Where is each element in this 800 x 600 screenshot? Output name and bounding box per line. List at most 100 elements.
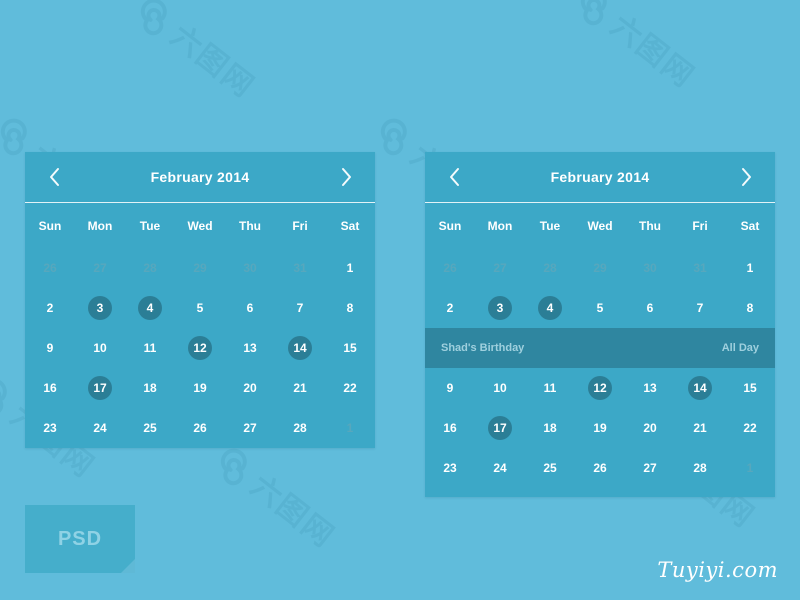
calendar-day-cell[interactable]: 18 [525, 408, 575, 448]
weekday-label-fri: Fri [692, 218, 708, 233]
calendar-day-number: 26 [593, 461, 607, 475]
calendar-week-row: 9 10 11 12 13 14 15 [425, 368, 775, 408]
calendar-day-cell[interactable]: 31 [275, 248, 325, 288]
calendar-day-cell[interactable]: 6 [225, 288, 275, 328]
calendar-day-number: 4 [146, 301, 154, 315]
calendar-day-number: 28 [143, 261, 157, 275]
calendar-day-cell[interactable]: 29 [575, 248, 625, 288]
calendar-day-number: 26 [443, 261, 457, 275]
psd-badge[interactable]: PSD [25, 505, 135, 573]
calendar-day-cell[interactable]: 5 [175, 288, 225, 328]
calendar-day-cell[interactable]: 26 [175, 408, 225, 448]
calendar-day-cell[interactable]: 1 [725, 448, 775, 488]
calendar-day-cell[interactable]: 15 [325, 328, 375, 368]
calendar-day-cell[interactable]: 1 [725, 248, 775, 288]
calendar-day-cell[interactable]: 25 [525, 448, 575, 488]
calendar-day-cell[interactable]: 20 [625, 408, 675, 448]
calendar-day-cell[interactable]: 15 [725, 368, 775, 408]
calendar-day-cell[interactable]: 4 [125, 288, 175, 328]
calendar-day-cell[interactable]: 8 [325, 288, 375, 328]
calendar-day-cell[interactable]: 1 [325, 408, 375, 448]
page-title: February 2014 [550, 169, 650, 185]
calendar-day-cell[interactable]: 30 [625, 248, 675, 288]
calendar-day-cell[interactable]: 27 [475, 248, 525, 288]
calendar-day-cell[interactable]: 27 [75, 248, 125, 288]
calendar-day-number: 30 [643, 261, 657, 275]
calendar-header: February 2014 [425, 152, 775, 203]
calendar-day-number: 19 [593, 421, 607, 435]
chevron-left-icon[interactable] [441, 164, 467, 190]
calendar-day-cell[interactable]: 22 [725, 408, 775, 448]
calendar-day-cell[interactable]: 27 [225, 408, 275, 448]
calendar-day-number: 9 [446, 381, 454, 395]
calendar-day-cell[interactable]: 22 [325, 368, 375, 408]
calendar-day-cell[interactable]: 28 [275, 408, 325, 448]
calendar-day-cell[interactable]: 12 [175, 328, 225, 368]
calendar-day-number: 25 [543, 461, 557, 475]
calendar-day-cell[interactable]: 14 [675, 368, 725, 408]
calendar-day-cell[interactable]: 8 [725, 288, 775, 328]
calendar-day-number: 24 [93, 421, 107, 435]
calendar-day-cell[interactable]: 5 [575, 288, 625, 328]
calendar-day-cell[interactable]: 16 [425, 408, 475, 448]
calendar-day-cell[interactable]: 25 [125, 408, 175, 448]
calendar-day-cell[interactable]: 13 [225, 328, 275, 368]
calendar-day-cell[interactable]: 26 [425, 248, 475, 288]
calendar-day-number: 12 [193, 341, 207, 355]
chevron-right-icon[interactable] [733, 164, 759, 190]
calendar-day-cell[interactable]: 31 [675, 248, 725, 288]
calendar-day-cell[interactable]: 28 [525, 248, 575, 288]
calendar-day-number: 20 [643, 421, 657, 435]
calendar-day-cell[interactable]: 11 [125, 328, 175, 368]
calendar-day-cell[interactable]: 24 [75, 408, 125, 448]
calendar-day-number: 31 [693, 261, 707, 275]
calendar-day-cell[interactable]: 3 [75, 288, 125, 328]
calendar-day-cell[interactable]: 29 [175, 248, 225, 288]
chevron-left-icon[interactable] [41, 164, 67, 190]
calendar-day-cell[interactable]: 24 [475, 448, 525, 488]
calendar-day-cell[interactable]: 2 [425, 288, 475, 328]
calendar-day-cell[interactable]: 17 [475, 408, 525, 448]
calendar-day-cell[interactable]: 12 [575, 368, 625, 408]
calendar-day-cell[interactable]: 7 [275, 288, 325, 328]
calendar-day-cell[interactable]: 26 [25, 248, 75, 288]
watermark: 六图网 [122, 0, 267, 107]
calendar-day-cell[interactable]: 10 [75, 328, 125, 368]
calendar-day-cell[interactable]: 6 [625, 288, 675, 328]
calendar-day-number: 1 [746, 261, 754, 275]
weekday-label-wed: Wed [587, 218, 613, 233]
calendar-day-cell[interactable]: 11 [525, 368, 575, 408]
calendar-day-number: 14 [293, 341, 307, 355]
calendar-day-cell[interactable]: 23 [25, 408, 75, 448]
calendar-day-cell[interactable]: 26 [575, 448, 625, 488]
calendar-day-cell[interactable]: 9 [425, 368, 475, 408]
calendar-day-cell[interactable]: 19 [575, 408, 625, 448]
calendar-day-cell[interactable]: 28 [675, 448, 725, 488]
calendar-day-cell[interactable]: 17 [75, 368, 125, 408]
calendar-day-cell[interactable]: 10 [475, 368, 525, 408]
calendar-day-cell[interactable]: 20 [225, 368, 275, 408]
calendar-day-cell[interactable]: 9 [25, 328, 75, 368]
calendar-day-cell[interactable]: 14 [275, 328, 325, 368]
calendar-day-cell[interactable]: 2 [25, 288, 75, 328]
calendar-week-row: 2 3 4 5 6 7 8 [425, 288, 775, 328]
calendar-day-number: 26 [193, 421, 207, 435]
calendar-day-cell[interactable]: 21 [275, 368, 325, 408]
calendar-day-cell[interactable]: 16 [25, 368, 75, 408]
calendar-day-cell[interactable]: 7 [675, 288, 725, 328]
calendar-day-cell[interactable]: 23 [425, 448, 475, 488]
calendar-day-cell[interactable]: 27 [625, 448, 675, 488]
calendar-day-cell[interactable]: 21 [675, 408, 725, 448]
calendar-day-cell[interactable]: 4 [525, 288, 575, 328]
weekday-label-mon: Mon [487, 218, 513, 233]
calendar-day-cell[interactable]: 1 [325, 248, 375, 288]
calendar-day-cell[interactable]: 13 [625, 368, 675, 408]
chevron-right-icon[interactable] [333, 164, 359, 190]
calendar-day-cell[interactable]: 3 [475, 288, 525, 328]
event-row[interactable]: Shad's Birthday All Day [425, 328, 775, 368]
calendar-day-cell[interactable]: 18 [125, 368, 175, 408]
calendar-day-cell[interactable]: 30 [225, 248, 275, 288]
calendar-panel-basic: February 2014 Sun Mon Tue Wed Thu Fri Sat 26 27… [25, 152, 375, 448]
calendar-day-cell[interactable]: 28 [125, 248, 175, 288]
calendar-day-cell[interactable]: 19 [175, 368, 225, 408]
